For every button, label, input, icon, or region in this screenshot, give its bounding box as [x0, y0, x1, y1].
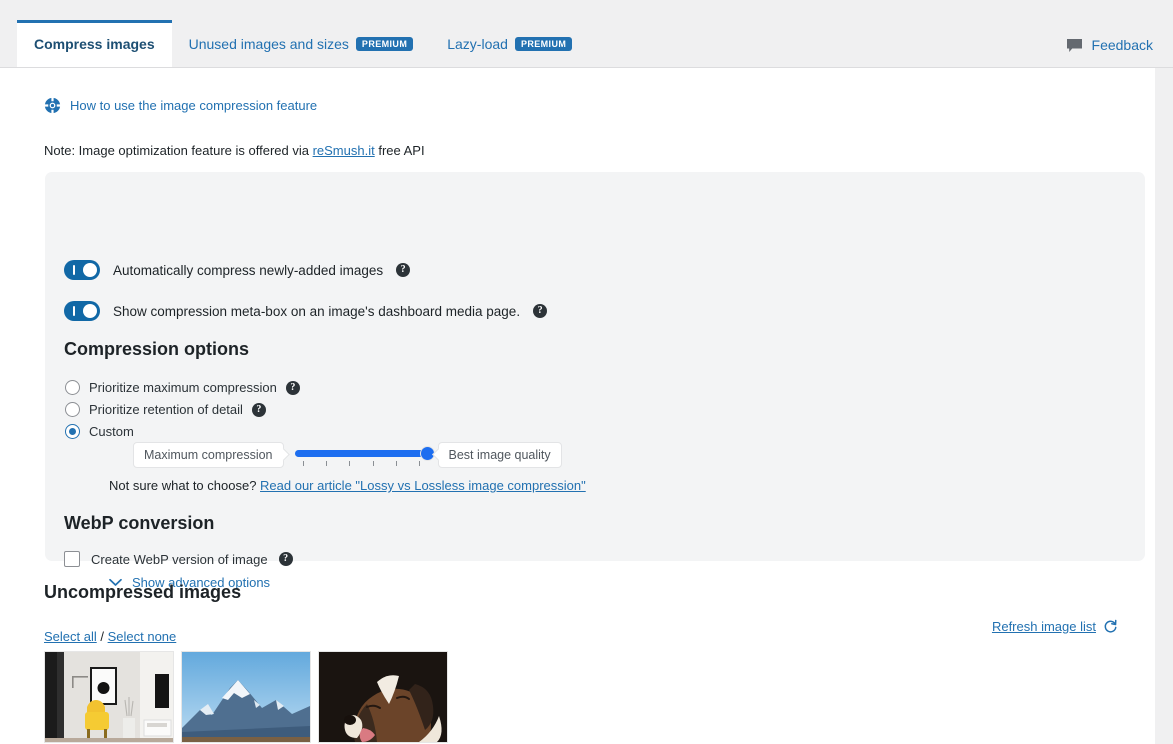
radio-prioritize-max-compression[interactable]: [65, 380, 80, 395]
resmush-link[interactable]: reSmush.it: [313, 143, 375, 158]
refresh-image-list-label: Refresh image list: [991, 619, 1096, 634]
auto-compress-label: Automatically compress newly-added image…: [113, 262, 384, 278]
radio-row-custom[interactable]: Custom: [65, 424, 134, 439]
tab-label: Compress images: [34, 36, 155, 52]
radio-custom[interactable]: [65, 424, 80, 439]
refresh-icon: [1103, 619, 1118, 634]
tab-lazy-load[interactable]: Lazy-load PREMIUM: [430, 20, 589, 67]
compression-options-title: Compression options: [64, 339, 250, 359]
help-icon[interactable]: ?: [396, 263, 411, 277]
create-webp-row: Create WebP version of image ?: [64, 551, 293, 567]
lossy-vs-lossless-link[interactable]: Read our article "Lossy vs Lossless imag…: [260, 478, 586, 493]
settings-panel: Automatically compress newly-added image…: [45, 172, 1145, 590]
auto-compress-toggle-row: Automatically compress newly-added image…: [64, 260, 411, 280]
tab-strip: Compress images Unused images and sizes …: [0, 20, 589, 67]
tab-bar: Compress images Unused images and sizes …: [0, 0, 1173, 68]
help-icon[interactable]: ?: [533, 304, 548, 318]
how-to-link[interactable]: How to use the image compression feature: [44, 97, 317, 114]
premium-badge: PREMIUM: [514, 36, 573, 51]
feedback-label: Feedback: [1091, 37, 1153, 53]
uncompressed-images-title: Uncompressed images: [44, 582, 242, 602]
image-thumbnail[interactable]: [318, 651, 448, 743]
refresh-image-list-button[interactable]: Refresh image list: [992, 619, 1118, 634]
create-webp-label: Create WebP version of image: [91, 551, 268, 567]
meta-box-label: Show compression meta-box on an image's …: [113, 303, 521, 319]
image-thumbnail[interactable]: [181, 651, 311, 743]
premium-badge: PREMIUM: [355, 36, 414, 51]
slider-ticks: [295, 461, 427, 467]
tab-label: Lazy-load: [447, 35, 508, 52]
radio-row-prioritize-max-compression[interactable]: Prioritize maximum compression ?: [65, 380, 300, 395]
select-none-link[interactable]: Select none: [108, 629, 177, 644]
select-bar: Select all / Select none: [44, 629, 176, 644]
webp-conversion-title: WebP conversion: [64, 513, 215, 533]
note-text: Note: Image optimization feature is offe…: [44, 143, 425, 158]
brown-and-white-puppy: [319, 652, 447, 742]
help-icon[interactable]: ?: [285, 380, 300, 395]
note-suffix: free API: [374, 143, 425, 158]
image-thumbnail[interactable]: [44, 651, 174, 743]
how-to-label: How to use the image compression feature: [70, 98, 318, 113]
select-separator: /: [96, 629, 108, 644]
tab-unused-images-and-sizes[interactable]: Unused images and sizes PREMIUM: [172, 20, 431, 67]
page-content: How to use the image compression feature…: [0, 68, 1155, 744]
slider-max-label: Best image quality: [437, 442, 562, 468]
quality-slider-row: Maximum compression Best image quality: [133, 442, 562, 468]
radio-label: Custom: [89, 424, 134, 439]
tab-compress-images[interactable]: Compress images: [17, 20, 172, 67]
interior-room-with-yellow-armchair: [45, 652, 173, 742]
slider-min-label: Maximum compression: [133, 442, 284, 468]
help-icon[interactable]: ?: [278, 552, 293, 566]
meta-box-toggle-row: Show compression meta-box on an image's …: [64, 301, 548, 321]
tab-label: Unused images and sizes: [188, 35, 349, 52]
not-sure-text: Not sure what to choose? Read our articl…: [109, 478, 586, 493]
help-icon[interactable]: ?: [251, 402, 266, 417]
quality-slider[interactable]: [294, 442, 435, 468]
auto-compress-toggle[interactable]: [64, 260, 100, 280]
comment-icon: [1066, 38, 1083, 53]
radio-row-prioritize-retention-of-detail[interactable]: Prioritize retention of detail ?: [65, 402, 266, 417]
select-all-link[interactable]: Select all: [44, 629, 97, 644]
lifebuoy-icon: [44, 97, 61, 114]
slider-fill: [294, 450, 427, 457]
create-webp-checkbox[interactable]: [64, 551, 80, 567]
meta-box-toggle[interactable]: [64, 301, 100, 321]
radio-label: Prioritize retention of detail: [89, 402, 243, 417]
note-prefix: Note: Image optimization feature is offe…: [44, 143, 313, 158]
snow-covered-mountain-peak: [182, 652, 310, 742]
radio-label: Prioritize maximum compression: [89, 380, 277, 395]
radio-prioritize-retention-of-detail[interactable]: [65, 402, 80, 417]
uncompressed-images-grid: [44, 651, 448, 743]
feedback-button[interactable]: Feedback: [1066, 37, 1173, 67]
not-sure-prefix: Not sure what to choose?: [109, 478, 261, 493]
